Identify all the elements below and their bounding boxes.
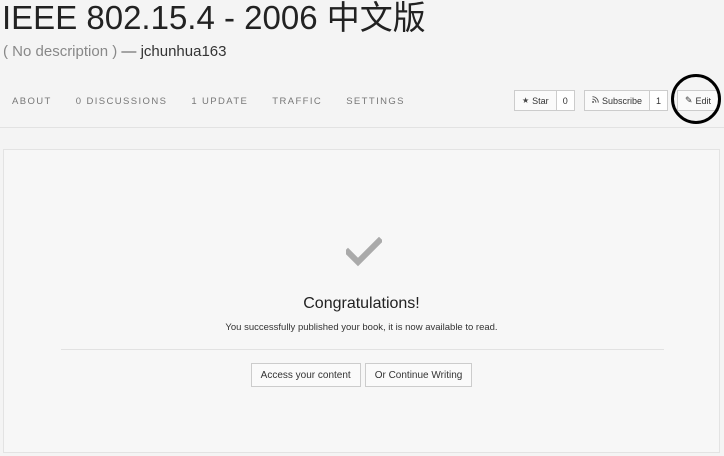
- rss-icon: [592, 96, 599, 105]
- nav-item-traffic[interactable]: TRAFFIC: [272, 96, 322, 107]
- subscribe-count: 1: [650, 90, 669, 111]
- subscribe-button[interactable]: Subscribe: [584, 90, 651, 111]
- subtitle-separator: —: [121, 43, 137, 60]
- star-group: ★ Star 0: [514, 90, 575, 111]
- success-message: You successfully published your book, it…: [225, 322, 498, 333]
- book-title: IEEE 802.15.4 - 2006 中文版: [2, 0, 426, 36]
- edit-button[interactable]: ✎ Edit: [677, 90, 720, 111]
- star-icon: ★: [522, 96, 530, 105]
- checkmark-icon: [346, 237, 382, 267]
- book-nav: ABOUT 0 DISCUSSIONS 1 UPDATE TRAFFIC SET…: [12, 96, 429, 107]
- subscribe-group: Subscribe 1: [584, 90, 669, 111]
- pencil-icon: ✎: [685, 95, 693, 105]
- star-button[interactable]: ★ Star: [514, 90, 557, 111]
- book-header: IEEE 802.15.4 - 2006 中文版 ( No descriptio…: [0, 0, 724, 128]
- book-description: ( No description ): [3, 43, 118, 60]
- author-link[interactable]: jchunhua163: [141, 43, 227, 60]
- divider: [61, 349, 664, 350]
- star-count: 0: [556, 90, 575, 111]
- edit-label: Edit: [695, 95, 712, 106]
- nav-item-about[interactable]: ABOUT: [12, 96, 52, 107]
- star-label: Star: [532, 95, 549, 106]
- continue-writing-button[interactable]: Or Continue Writing: [364, 363, 473, 387]
- nav-item-settings[interactable]: SETTINGS: [346, 96, 405, 107]
- success-heading: Congratulations!: [303, 295, 420, 312]
- book-subtitle: ( No description ) — jchunhua163: [3, 43, 226, 60]
- access-content-button[interactable]: Access your content: [250, 363, 361, 387]
- publish-success-card: Congratulations! You successfully publis…: [3, 149, 720, 453]
- success-actions: Access your content Or Continue Writing: [4, 363, 719, 387]
- nav-item-discussions[interactable]: 0 DISCUSSIONS: [76, 96, 168, 107]
- nav-item-updates[interactable]: 1 UPDATE: [191, 96, 248, 107]
- subscribe-label: Subscribe: [602, 95, 643, 106]
